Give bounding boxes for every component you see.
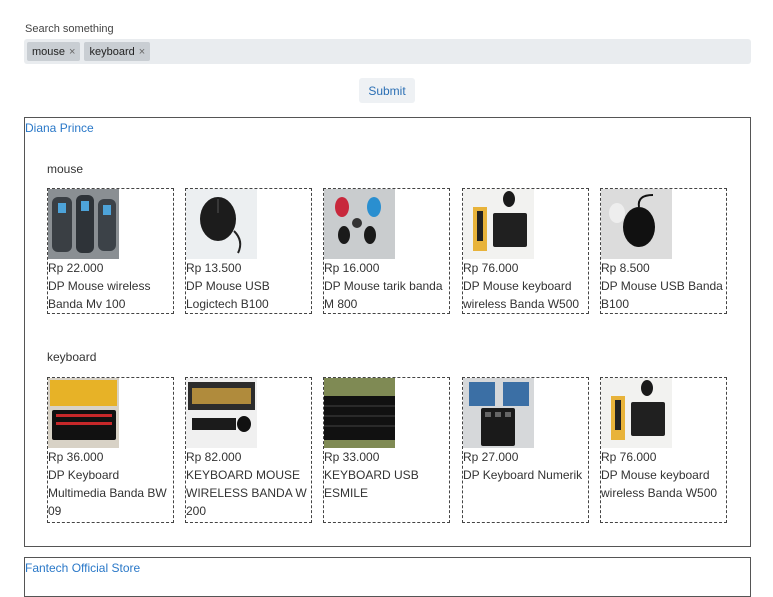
product-card[interactable]: Rp 36.000 DP Keyboard Multimedia Banda B…: [47, 377, 174, 523]
product-card[interactable]: Rp 82.000 KEYBOARD MOUSE WIRELESS BANDA …: [185, 377, 312, 523]
product-price: Rp 36.000: [48, 450, 104, 464]
search-chip-mouse: mouse ×: [27, 42, 81, 61]
product-title: DP Mouse keyboard wireless Banda W500: [463, 279, 580, 311]
product-title: DP Keyboard Numerik: [463, 468, 583, 482]
product-title: DP Mouse keyboard wireless Banda W500: [601, 468, 718, 500]
search-input[interactable]: mouse × keyboard ×: [24, 39, 751, 64]
product-image: [186, 189, 257, 259]
product-image: [48, 189, 119, 259]
product-image: [463, 189, 534, 259]
product-title: DP Mouse USB Banda B100: [601, 279, 723, 311]
product-image: [324, 378, 395, 448]
store-panel: Diana Prince mouse Rp 22.000 DP Mouse wi…: [24, 117, 751, 547]
product-price: Rp 76.000: [601, 450, 657, 464]
submit-button[interactable]: Submit: [359, 78, 415, 103]
product-price: Rp 13.500: [186, 261, 242, 275]
product-card[interactable]: Rp 22.000 DP Mouse wireless Banda Mv 100: [47, 188, 174, 314]
product-image: [48, 378, 119, 448]
product-price: Rp 76.000: [463, 261, 519, 275]
chip-label: mouse: [32, 45, 66, 58]
product-title: DP Keyboard Multimedia Banda BW 09: [48, 468, 167, 518]
store-name-link[interactable]: Diana Prince: [25, 121, 94, 135]
product-title: KEYBOARD MOUSE WIRELESS BANDA W 200: [186, 468, 307, 518]
product-image: [324, 189, 395, 259]
product-price: Rp 8.500: [601, 261, 650, 275]
product-price: Rp 82.000: [186, 450, 242, 464]
product-title: DP Mouse wireless Banda Mv 100: [48, 279, 151, 311]
product-card[interactable]: Rp 76.000 DP Mouse keyboard wireless Ban…: [462, 188, 589, 314]
remove-chip-icon[interactable]: ×: [69, 46, 75, 58]
product-title: DP Mouse tarik banda M 800: [324, 279, 443, 311]
product-price: Rp 22.000: [48, 261, 104, 275]
product-card[interactable]: Rp 33.000 KEYBOARD USB ESMILE: [323, 377, 450, 523]
search-chip-keyboard: keyboard ×: [84, 42, 151, 61]
product-price: Rp 16.000: [324, 261, 380, 275]
product-image: [601, 189, 672, 259]
category-label: mouse: [47, 162, 84, 176]
product-card[interactable]: Rp 13.500 DP Mouse USB Logictech B100: [185, 188, 312, 314]
product-image: [463, 378, 534, 448]
product-price: Rp 27.000: [463, 450, 519, 464]
search-label: Search something: [25, 23, 114, 35]
chip-label: keyboard: [89, 45, 135, 58]
product-card[interactable]: Rp 76.000 DP Mouse keyboard wireless Ban…: [600, 377, 727, 523]
product-title: KEYBOARD USB ESMILE: [324, 468, 419, 500]
product-card[interactable]: Rp 8.500 DP Mouse USB Banda B100: [600, 188, 727, 314]
store-panel: Fantech Official Store: [24, 557, 751, 597]
remove-chip-icon[interactable]: ×: [139, 46, 145, 58]
product-card[interactable]: Rp 27.000 DP Keyboard Numerik: [462, 377, 589, 523]
category-label: keyboard: [47, 350, 97, 364]
product-image: [601, 378, 672, 448]
product-card[interactable]: Rp 16.000 DP Mouse tarik banda M 800: [323, 188, 450, 314]
product-image: [186, 378, 257, 448]
product-title: DP Mouse USB Logictech B100: [186, 279, 270, 311]
product-price: Rp 33.000: [324, 450, 380, 464]
